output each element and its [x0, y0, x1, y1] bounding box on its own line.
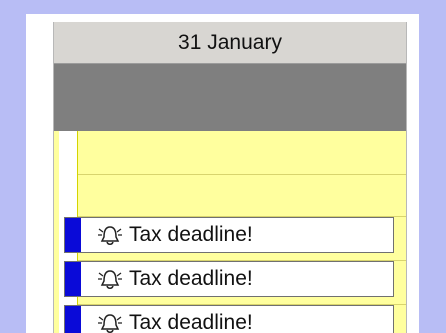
event-title: Tax deadline! [129, 311, 253, 333]
alarm-bell-icon [98, 226, 122, 245]
event-accent-bar [65, 218, 81, 252]
day-view-calendar: 31 January Tax deadline! Tax deadline! T… [53, 22, 407, 333]
calendar-event[interactable]: Tax deadline! [64, 217, 394, 253]
time-slot-line [78, 174, 406, 175]
event-accent-bar [65, 262, 81, 296]
alarm-bell-icon [98, 270, 122, 289]
all-day-bar[interactable] [54, 64, 406, 131]
event-title: Tax deadline! [129, 267, 253, 290]
event-list: Tax deadline! Tax deadline! Tax deadline… [64, 217, 394, 333]
calendar-event[interactable]: Tax deadline! [64, 261, 394, 297]
calendar-event[interactable]: Tax deadline! [64, 305, 394, 333]
alarm-bell-icon [98, 314, 122, 333]
event-accent-bar [65, 306, 81, 333]
day-header[interactable]: 31 January [54, 22, 406, 64]
event-title: Tax deadline! [129, 223, 253, 246]
